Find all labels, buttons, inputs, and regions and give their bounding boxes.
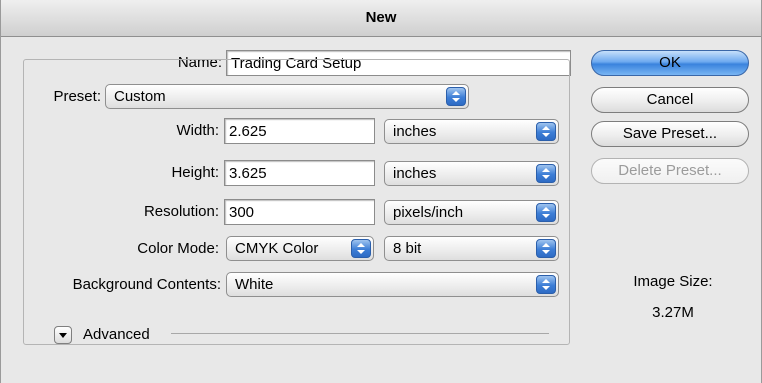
height-unit-value: inches bbox=[393, 165, 437, 182]
resolution-unit-select[interactable]: pixels/inch bbox=[384, 200, 559, 225]
height-label: Height: bbox=[171, 164, 219, 181]
up-down-arrows-icon bbox=[351, 239, 371, 258]
title-bar: New bbox=[1, 0, 761, 37]
up-down-arrows-icon bbox=[446, 87, 466, 106]
disclosure-triangle-down-icon[interactable] bbox=[54, 326, 72, 344]
image-size-label: Image Size: bbox=[633, 273, 713, 290]
height-input[interactable] bbox=[224, 160, 375, 186]
background-contents-value: White bbox=[235, 276, 274, 293]
color-mode-select[interactable]: CMYK Color bbox=[226, 236, 374, 261]
up-down-arrows-icon bbox=[536, 239, 556, 258]
resolution-unit-value: pixels/inch bbox=[393, 204, 464, 221]
save-preset-button[interactable]: Save Preset... bbox=[591, 121, 749, 147]
preset-label: Preset: bbox=[53, 88, 101, 105]
image-size-value: 3.27M bbox=[652, 304, 694, 321]
width-unit-value: inches bbox=[393, 123, 437, 140]
ok-button[interactable]: OK bbox=[591, 50, 749, 76]
resolution-label: Resolution: bbox=[143, 203, 219, 220]
preset-select-value: Custom bbox=[114, 88, 166, 105]
color-mode-value: CMYK Color bbox=[235, 240, 319, 257]
bit-depth-value: 8 bit bbox=[393, 240, 422, 257]
width-label: Width: bbox=[176, 122, 219, 139]
background-contents-label: Background Contents: bbox=[72, 276, 221, 293]
advanced-label[interactable]: Advanced bbox=[83, 325, 150, 345]
color-mode-label: Color Mode: bbox=[137, 240, 219, 257]
up-down-arrows-icon bbox=[536, 275, 556, 294]
width-unit-select[interactable]: inches bbox=[384, 119, 559, 144]
preset-select[interactable]: Custom bbox=[105, 84, 469, 109]
up-down-arrows-icon bbox=[536, 203, 556, 222]
new-document-dialog: New Name: Preset: Custom Width: inches H… bbox=[0, 0, 762, 383]
up-down-arrows-icon bbox=[536, 164, 556, 183]
advanced-separator bbox=[171, 333, 549, 334]
resolution-input[interactable] bbox=[224, 199, 375, 225]
bit-depth-select[interactable]: 8 bit bbox=[384, 236, 559, 261]
window-title: New bbox=[365, 9, 397, 26]
background-contents-select[interactable]: White bbox=[226, 272, 559, 297]
height-unit-select[interactable]: inches bbox=[384, 161, 559, 186]
up-down-arrows-icon bbox=[536, 122, 556, 141]
cancel-button[interactable]: Cancel bbox=[591, 87, 749, 113]
width-input[interactable] bbox=[224, 118, 375, 144]
delete-preset-button: Delete Preset... bbox=[591, 158, 749, 184]
